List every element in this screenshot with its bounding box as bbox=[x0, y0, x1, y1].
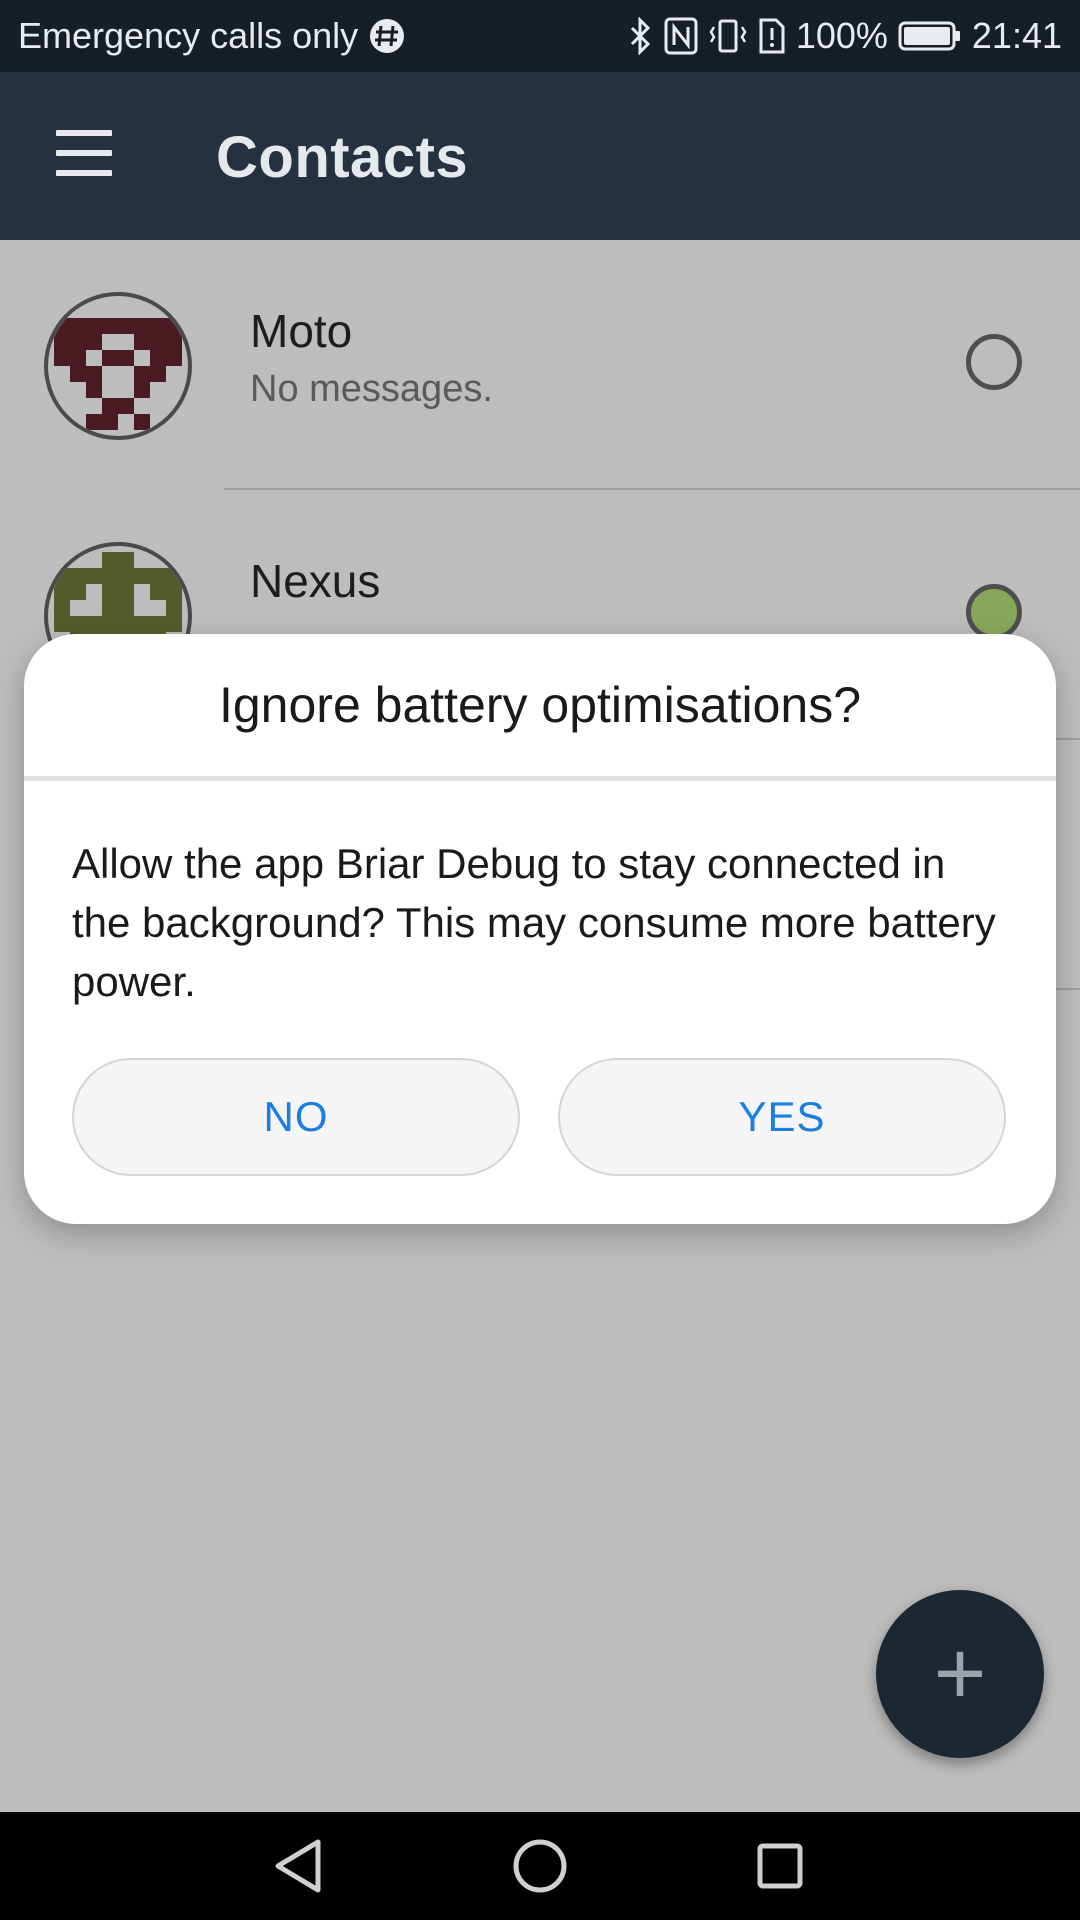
contact-name: Moto bbox=[250, 305, 353, 357]
clock: 21:41 bbox=[971, 15, 1062, 56]
list-item[interactable]: Moto No messages. bbox=[0, 240, 1080, 488]
avatar bbox=[48, 296, 188, 436]
menu-icon[interactable] bbox=[52, 128, 116, 182]
home-icon[interactable] bbox=[508, 1834, 572, 1898]
bluetooth-icon bbox=[628, 17, 654, 55]
dialog-divider bbox=[24, 776, 1056, 781]
battery-icon bbox=[898, 20, 962, 52]
page-title: Contacts bbox=[216, 125, 469, 190]
status-bar: Emergency calls only 100% 21:41 bbox=[0, 0, 1080, 72]
battery-optimisation-dialog: Ignore battery optimisations? Allow the … bbox=[24, 634, 1056, 1224]
carrier-text: Emergency calls only bbox=[18, 15, 359, 56]
contact-name: Nexus bbox=[250, 555, 381, 607]
online-status-icon bbox=[966, 584, 1022, 640]
back-icon[interactable] bbox=[268, 1834, 332, 1898]
navigation-bar bbox=[0, 1812, 1080, 1920]
yes-button[interactable]: YES bbox=[558, 1058, 1006, 1176]
add-contact-button[interactable]: + bbox=[876, 1590, 1044, 1758]
sim-alert-icon bbox=[758, 17, 786, 55]
recents-icon[interactable] bbox=[748, 1834, 812, 1898]
plus-icon: + bbox=[933, 1624, 987, 1724]
nfc-icon bbox=[664, 17, 698, 55]
dialog-message: Allow the app Briar Debug to stay connec… bbox=[72, 840, 996, 1005]
battery-percent: 100% bbox=[795, 15, 888, 56]
offline-status-icon bbox=[966, 334, 1022, 390]
vibrate-icon bbox=[708, 17, 748, 55]
app-bar: Contacts bbox=[0, 72, 1080, 240]
dialog-title: Ignore battery optimisations? bbox=[218, 677, 862, 733]
contact-last-message: No messages. bbox=[250, 368, 493, 410]
network-hash-icon bbox=[368, 17, 406, 55]
no-button[interactable]: NO bbox=[72, 1058, 520, 1176]
